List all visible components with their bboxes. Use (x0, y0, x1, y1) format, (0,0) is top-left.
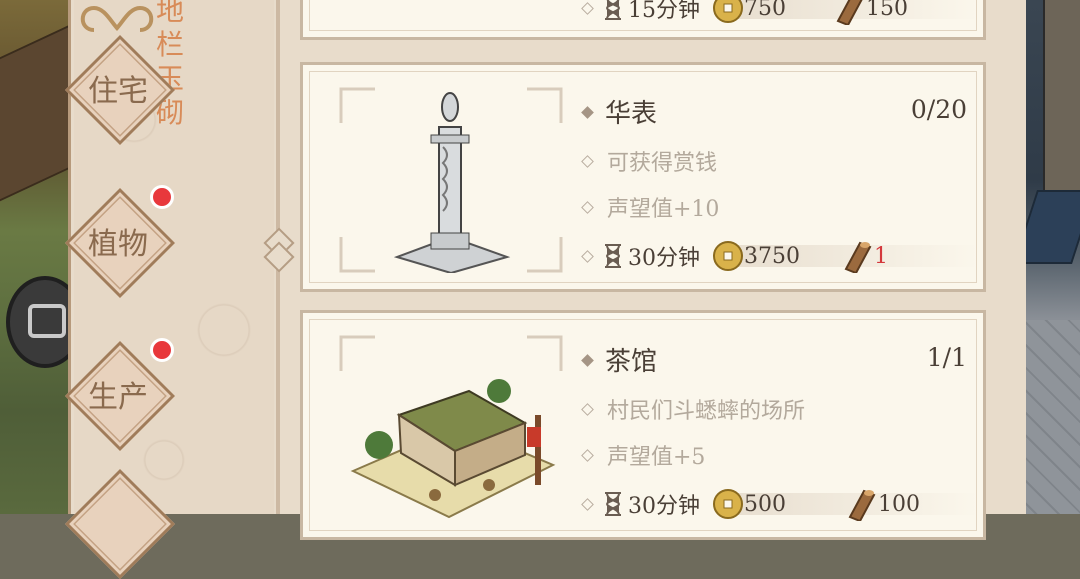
building-thumbnail-huabiao (339, 87, 563, 273)
build-time: 15分钟 (628, 0, 700, 23)
bullet-icon (581, 403, 594, 416)
cost-row: 30分钟 500 100 (581, 487, 983, 521)
bullet-icon (581, 106, 594, 119)
bullet-icon (581, 155, 594, 168)
building-name: 华表 (605, 99, 658, 129)
coin-icon (713, 489, 743, 519)
bullet-icon (581, 354, 594, 367)
category-tab-residence[interactable]: 住宅 (65, 35, 175, 145)
bullet-icon (581, 201, 594, 214)
build-time: 30分钟 (628, 246, 700, 271)
category-tab-production[interactable]: 生产 (65, 338, 175, 451)
cost-row: 30分钟 3750 1 (581, 239, 983, 273)
bullet-icon (581, 449, 594, 462)
building-thumbnail-teahouse (339, 335, 563, 519)
building-description: 可获得赏钱 (607, 151, 718, 176)
building-card-huabiao[interactable]: 华表 0/20 可获得赏钱 声望值+10 30分钟 3750 1 (300, 62, 986, 292)
coin-cost: 750 (744, 0, 786, 21)
build-count: 1/1 (926, 343, 967, 372)
building-description: 村民们斗蟋蟀的场所 (607, 399, 806, 424)
wood-cost: 1 (874, 243, 888, 269)
building-card[interactable]: 15分钟 750 150 (300, 0, 986, 40)
prestige-value: 声望值+10 (607, 197, 720, 222)
prestige-value: 声望值+5 (607, 445, 706, 470)
wood-log-icon (844, 241, 872, 273)
category-diamond (65, 469, 175, 579)
notification-badge (150, 185, 174, 209)
knot-ornament-icon (80, 5, 154, 32)
coin-icon (713, 0, 743, 23)
camera-icon (28, 304, 66, 338)
build-time: 30分钟 (628, 494, 700, 519)
category-tab-plants[interactable]: 植物 (65, 185, 175, 298)
coin-cost: 3750 (744, 243, 800, 269)
wood-cost: 150 (866, 0, 908, 21)
category-tab-more[interactable] (65, 469, 175, 579)
category-label: 住宅 (88, 74, 148, 109)
hourglass-icon (605, 492, 621, 516)
wood-cost: 100 (878, 491, 920, 517)
wood-log-icon (836, 0, 863, 25)
build-count: 0/20 (910, 95, 967, 124)
wood-log-icon (848, 489, 876, 521)
building-card-teahouse[interactable]: 茶馆 1/1 村民们斗蟋蟀的场所 声望值+5 30分钟 500 100 (300, 310, 986, 540)
hourglass-icon (605, 244, 621, 268)
notification-badge (150, 338, 174, 362)
coin-cost: 500 (744, 491, 786, 517)
hourglass-icon (605, 0, 621, 20)
building-name: 茶馆 (605, 347, 658, 377)
cost-row: 15分钟 750 150 (581, 0, 983, 25)
coin-icon (713, 241, 743, 271)
